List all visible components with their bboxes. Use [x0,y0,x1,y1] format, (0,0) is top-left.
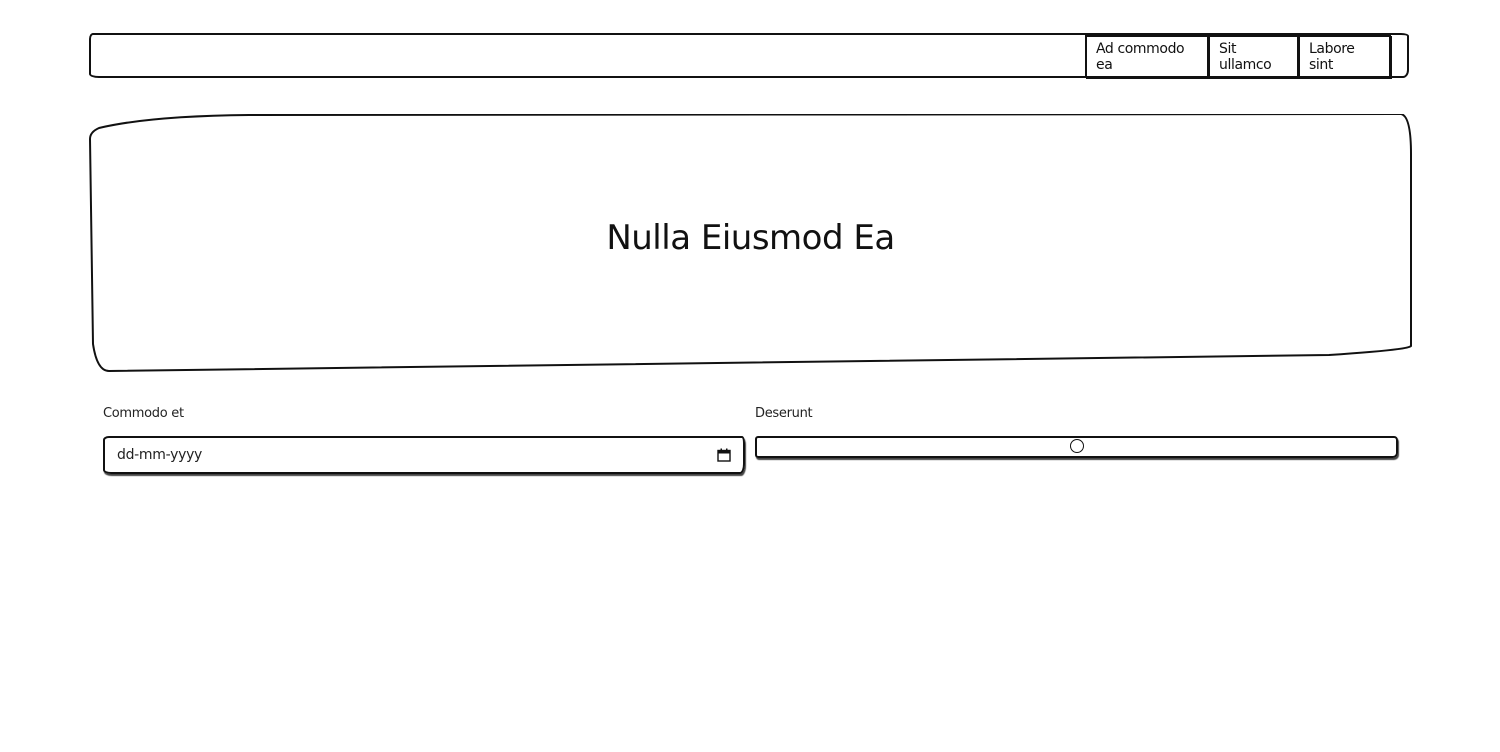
range-slider[interactable] [755,436,1398,458]
hero-title: Nulla Eiusmod Ea [606,218,895,258]
hero-banner: Nulla Eiusmod Ea [89,114,1412,372]
calendar-icon[interactable] [717,448,731,462]
date-placeholder: dd-mm-yyyy [117,447,203,463]
nav-item-sit-ullamco[interactable]: Sit ullamco [1208,35,1299,78]
date-field-label: Commodo et [103,406,184,421]
nav-item-label: Ad commodo ea [1096,40,1185,73]
nav-item-label: Labore sint [1309,40,1355,73]
nav-item-label: Sit ullamco [1219,40,1272,73]
range-field-label: Deserunt [755,406,813,421]
nav-menu: Ad commodo ea Sit ullamco Labore sint [1085,35,1391,78]
date-input[interactable]: dd-mm-yyyy [103,436,745,474]
range-slider-thumb[interactable] [1070,439,1084,453]
nav-item-labore-sint[interactable]: Labore sint [1298,35,1391,78]
nav-item-ad-commodo-ea[interactable]: Ad commodo ea [1085,35,1209,78]
top-navbar: Ad commodo ea Sit ullamco Labore sint [89,33,1409,78]
